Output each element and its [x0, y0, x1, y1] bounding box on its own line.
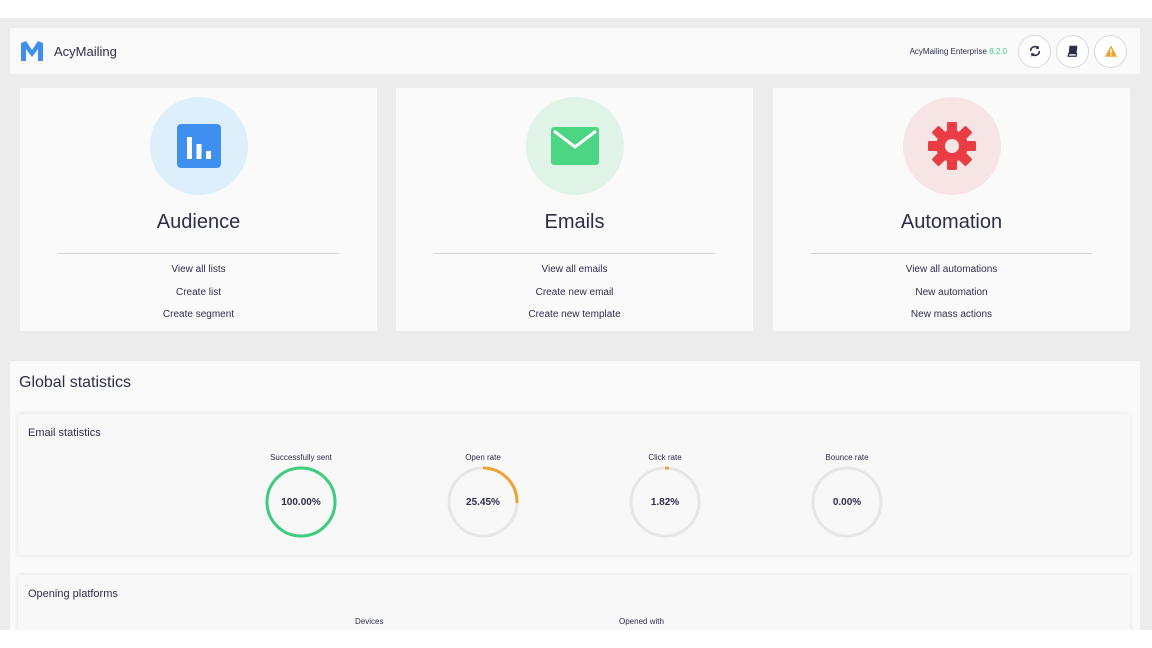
acymailing-logo-icon [21, 41, 43, 61]
emails-icon-circle[interactable] [526, 97, 624, 195]
emails-card: Emails View all emails Create new email … [396, 88, 753, 331]
automation-title: Automation [900, 211, 1003, 233]
version-number: 8.2.0 [989, 46, 1007, 56]
chart-bars-icon [177, 124, 221, 168]
audience-card: Audience View all lists Create list Crea… [20, 88, 377, 331]
create-list-link[interactable]: Create list [20, 287, 377, 298]
envelope-icon [551, 127, 599, 165]
automation-icon-circle[interactable] [903, 97, 1001, 195]
documentation-button[interactable] [1056, 34, 1089, 68]
create-new-email-link[interactable]: Create new email [396, 287, 753, 298]
warning-button[interactable] [1094, 34, 1127, 68]
view-all-automations-link[interactable]: View all automations [773, 264, 1130, 275]
view-all-lists-link[interactable]: View all lists [20, 264, 377, 275]
top-header: AcyMailing AcyMailing Enterprise 8.2.0 [10, 28, 1140, 74]
successfully-sent-gauge: Successfully sent 100.00% [251, 453, 351, 539]
global-statistics-section: Global statistics Email statistics Succe… [10, 361, 1140, 630]
gauge-value: 0.00% [832, 497, 862, 508]
view-all-emails-link[interactable]: View all emails [396, 264, 753, 275]
automation-card: Automation View all automations New auto… [773, 88, 1130, 331]
bounce-rate-gauge: Bounce rate 0.00% [797, 453, 897, 539]
opening-platforms-panel: Opening platforms Devices Opened with [18, 575, 1130, 630]
new-mass-actions-link[interactable]: New mass actions [773, 309, 1130, 320]
email-statistics-title: Email statistics [28, 427, 101, 439]
edition-name: AcyMailing Enterprise [909, 46, 987, 56]
devices-label: Devices [355, 617, 384, 626]
documentation-icon [1067, 45, 1077, 57]
audience-title: Audience [156, 211, 241, 233]
create-segment-link[interactable]: Create segment [20, 309, 377, 320]
gauge-value: 1.82% [650, 497, 680, 508]
app-name: AcyMailing [54, 43, 117, 59]
gauge-value: 100.00% [281, 497, 321, 508]
create-new-template-link[interactable]: Create new template [396, 309, 753, 320]
gauge-value: 25.45% [466, 497, 500, 508]
card-divider [58, 253, 339, 254]
new-automation-link[interactable]: New automation [773, 287, 1130, 298]
warning-icon [1104, 45, 1117, 57]
open-rate-gauge: Open rate 25.45% [433, 453, 533, 539]
gear-icon [928, 122, 976, 170]
emails-title: Emails [544, 211, 605, 233]
page-background: AcyMailing AcyMailing Enterprise 8.2.0 A… [0, 18, 1152, 630]
header-actions: AcyMailing Enterprise 8.2.0 [910, 34, 1127, 68]
global-statistics-title: Global statistics [19, 374, 132, 391]
click-rate-gauge: Click rate 1.82% [615, 453, 715, 539]
refresh-button[interactable] [1018, 34, 1051, 68]
gauge-label: Click rate [648, 453, 682, 462]
email-statistics-panel: Email statistics Successfully sent 100.0… [18, 414, 1130, 555]
refresh-icon [1029, 45, 1040, 57]
opening-platforms-title: Opening platforms [28, 588, 118, 600]
card-divider [811, 253, 1092, 254]
audience-icon-circle[interactable] [150, 97, 248, 195]
card-divider [434, 253, 715, 254]
gauge-label: Open rate [465, 453, 501, 462]
opened-with-label: Opened with [619, 617, 664, 626]
edition-label: AcyMailing Enterprise 8.2.0 [910, 47, 1007, 56]
gauge-label: Bounce rate [825, 453, 869, 462]
gauge-label: Successfully sent [270, 453, 332, 462]
